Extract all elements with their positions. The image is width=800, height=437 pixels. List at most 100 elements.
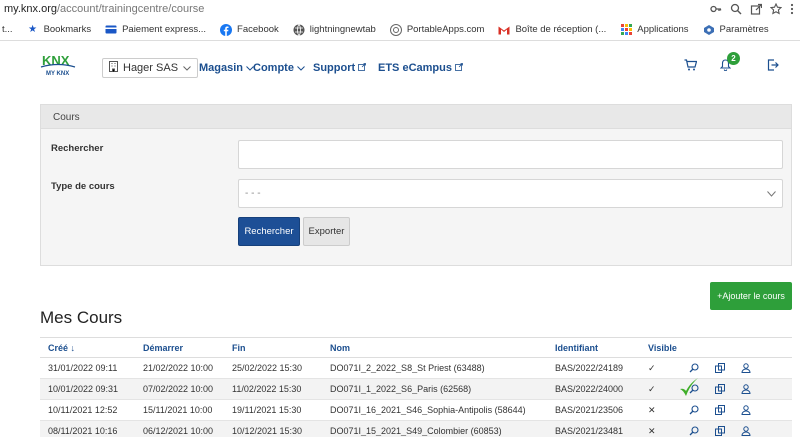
row-actions [682,362,792,374]
checkmark-icon [679,377,699,402]
cell-created: 08/11/2021 10:16 [48,426,118,436]
column-created[interactable]: Créé ↓ [40,343,135,353]
user-icon[interactable] [740,362,752,374]
bookmark-item[interactable]: Paiement express... [105,24,206,36]
cell-end: 25/02/2022 15:30 [232,363,303,373]
menu-icon[interactable] [790,3,794,15]
company-selector[interactable]: Hager SAS [102,58,199,78]
nav-label: Magasin [199,62,244,74]
cell-name: DO071I_15_2021_S49_Colombier (60853) [330,426,502,436]
cell-visible: ✕ [648,404,656,415]
nav-support[interactable]: Support [313,62,367,74]
cell-start: 15/11/2021 10:00 [143,405,213,415]
cell-visible: ✓ [648,383,656,394]
nav-ecampus[interactable]: ETS eCampus [378,62,463,74]
bookmark-label: lightningnewtab [309,24,376,35]
panel-title: Cours [41,105,791,129]
knx-logo[interactable]: KNX MY KNX [40,53,76,79]
cell-name: DO071I_1_2022_S6_Paris (62568) [330,384,472,394]
table-header: Créé ↓ Démarrer Fin Nom Identifiant Visi… [40,337,792,358]
bookmark-item[interactable]: Facebook [220,23,279,36]
zoom-icon[interactable] [730,3,742,15]
bookmark-label: Paiement express... [122,24,207,35]
logout-icon[interactable] [767,59,779,74]
cell-identifier: BAS/2022/24000 [555,384,624,394]
notification-badge: 2 [727,52,740,65]
nav-store[interactable]: Magasin [199,62,254,74]
view-icon[interactable] [688,425,700,437]
column-identifier[interactable]: Identifiant [547,343,640,353]
nav-label: ETS eCampus [378,62,452,74]
user-icon[interactable] [740,383,752,395]
column-name[interactable]: Nom [324,343,547,353]
bookmark-item[interactable]: Boîte de réception (... [498,24,606,36]
facebook-icon [220,23,233,36]
bookmark-label: Applications [637,24,689,35]
cell-visible: ✓ [648,362,656,373]
cell-end: 11/02/2022 15:30 [232,384,302,394]
filter-panel: Cours Rechercher Type de cours - - - Rec… [40,104,792,266]
share-icon[interactable] [750,3,762,15]
table-row: 10/11/2021 12:52 15/11/2021 10:00 19/11/… [40,400,792,421]
nav-account[interactable]: Compte [253,62,305,74]
bookmark-label: Boîte de réception (... [515,24,607,35]
bookmark-label: PortableApps.com [406,24,485,35]
cell-identifier: BAS/2021/23506 [555,405,624,415]
chevron-down-icon [297,62,305,74]
url-path: /account/trainingcentre/course [56,3,205,15]
view-icon[interactable] [688,362,700,374]
external-link-icon [358,62,367,74]
column-end[interactable]: Fin [229,343,324,353]
portableapps-icon [389,23,402,36]
nav-label: Support [313,62,356,74]
search-label: Rechercher [51,143,104,154]
building-icon [109,61,118,75]
cell-identifier: BAS/2021/23481 [555,426,624,436]
bookmark-star-icon[interactable] [770,3,782,15]
url-host: my.knx.org [4,3,57,15]
bookmark-label: t... [2,24,13,35]
nav-label: Compte [253,62,294,74]
bookmark-item[interactable]: Paramètres [703,24,769,36]
cell-identifier: BAS/2022/24189 [555,363,624,373]
bookmark-item[interactable]: lightningnewtab [293,23,376,36]
row-actions [682,404,792,416]
key-icon[interactable] [710,3,722,15]
bookmark-label: Paramètres [719,24,769,35]
cell-created: 10/01/2022 09:31 [48,384,119,394]
search-button[interactable]: Rechercher [238,217,300,246]
course-type-select[interactable]: - - - [238,179,783,208]
external-link-icon [455,62,463,74]
column-start[interactable]: Démarrer [135,343,229,353]
cart-icon[interactable] [684,59,698,74]
cell-end: 19/11/2021 15:30 [232,405,302,415]
card-icon [105,24,117,36]
copy-icon[interactable] [714,404,726,416]
column-visible[interactable]: Visible [640,343,682,353]
gmail-icon [498,24,510,36]
browser-address-bar[interactable]: my.knx.org/account/trainingcentre/course [0,0,800,18]
course-type-label: Type de cours [51,181,115,192]
bookmark-item[interactable]: ★ Bookmarks [27,24,91,36]
add-course-button[interactable]: +Ajouter le cours [710,282,792,310]
page-title: Mes Cours [40,308,123,327]
cell-name: DO071I_16_2021_S46_Sophia-Antipolis (586… [330,405,526,415]
export-button[interactable]: Exporter [303,217,350,246]
cell-start: 07/02/2022 10:00 [143,384,214,394]
cell-start: 06/12/2021 10:00 [143,426,214,436]
copy-icon[interactable] [714,383,726,395]
view-icon[interactable] [688,404,700,416]
bookmark-item[interactable]: Applications [620,24,689,36]
search-input[interactable] [238,140,783,169]
globe-icon [293,23,305,36]
bookmark-item[interactable]: PortableApps.com [389,23,485,36]
cell-name: DO071I_2_2022_S8_St Priest (63488) [330,363,485,373]
copy-icon[interactable] [714,425,726,437]
user-icon[interactable] [740,425,752,437]
bookmark-item[interactable]: t... [2,24,13,35]
url-text[interactable]: my.knx.org/account/trainingcentre/course [0,3,710,15]
user-icon[interactable] [740,404,752,416]
copy-icon[interactable] [714,362,726,374]
company-name: Hager SAS [123,62,179,74]
chevron-down-icon [183,62,191,74]
